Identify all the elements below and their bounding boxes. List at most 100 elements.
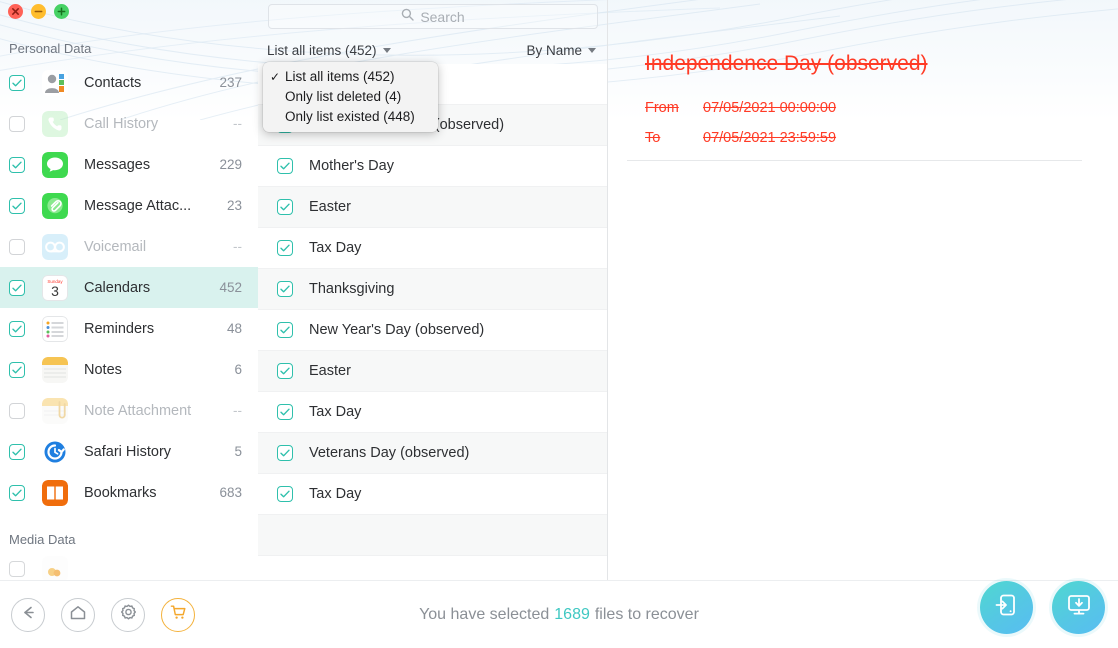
list-filter-row: List all items (452) By Name — [258, 38, 608, 63]
list-item-checkbox[interactable] — [277, 486, 293, 502]
detail-from-label: From — [645, 100, 703, 116]
chevron-down-icon — [383, 48, 391, 53]
sidebar-item-media-partial[interactable] — [9, 556, 68, 580]
sidebar-item-notes[interactable]: Notes 6 — [0, 349, 258, 390]
sidebar-label-voicemail: Voicemail — [84, 239, 233, 255]
list-item[interactable]: Tax Day — [258, 474, 607, 515]
list-item-checkbox[interactable] — [277, 240, 293, 256]
sidebar-checkbox-voicemail[interactable] — [9, 239, 25, 255]
sidebar-label-contacts: Contacts — [84, 75, 219, 91]
photos-icon — [42, 556, 68, 580]
minimize-window-button[interactable] — [31, 4, 46, 19]
detail-from-row: From 07/05/2021 00:00:00 — [645, 100, 836, 116]
sidebar-checkbox-messages[interactable] — [9, 157, 25, 173]
sidebar-label-call-history: Call History — [84, 116, 233, 132]
maximize-window-button[interactable] — [54, 4, 69, 19]
calendar-item-list: Election Day Independence Day (observed)… — [258, 64, 607, 556]
recover-to-computer-button[interactable] — [1052, 581, 1105, 634]
sidebar-item-messages[interactable]: Messages 229 — [0, 144, 258, 185]
sidebar-count-call-history: -- — [233, 116, 258, 131]
sidebar-label-calendars: Calendars — [84, 280, 219, 296]
list-item-label: Tax Day — [309, 240, 361, 256]
sidebar-checkbox-reminders[interactable] — [9, 321, 25, 337]
list-item-checkbox[interactable] — [277, 322, 293, 338]
filter-dropdown-menu: ✓ List all items (452) Only list deleted… — [263, 62, 438, 132]
list-item-label: Easter — [309, 199, 351, 215]
messages-icon — [42, 152, 68, 178]
sidebar-item-call-history[interactable]: Call History -- — [0, 103, 258, 144]
sidebar-checkbox-note-attachment[interactable] — [9, 403, 25, 419]
list-item-checkbox[interactable] — [277, 445, 293, 461]
chevron-down-icon-sort — [588, 48, 596, 53]
sidebar-item-message-attachments[interactable]: Message Attac... 23 — [0, 185, 258, 226]
list-item[interactable]: Thanksgiving — [258, 269, 607, 310]
sidebar-label-reminders: Reminders — [84, 321, 227, 337]
list-item[interactable]: Veterans Day (observed) — [258, 433, 607, 474]
list-item[interactable]: Easter — [258, 351, 607, 392]
sidebar-item-voicemail[interactable]: Voicemail -- — [0, 226, 258, 267]
recover-to-device-button[interactable] — [980, 581, 1033, 634]
close-window-button[interactable] — [8, 4, 23, 19]
sidebar-checkbox-contacts[interactable] — [9, 75, 25, 91]
sidebar-item-calendars[interactable]: Sunday 3 Calendars 452 — [0, 267, 258, 308]
list-item-checkbox[interactable] — [277, 363, 293, 379]
sort-dropdown-trigger[interactable]: By Name — [526, 43, 596, 58]
sidebar-item-contacts[interactable]: Contacts 237 — [0, 62, 258, 103]
sidebar-checkbox-notes[interactable] — [9, 362, 25, 378]
list-item-checkbox[interactable] — [277, 199, 293, 215]
filter-option-only-existed[interactable]: Only list existed (448) — [263, 107, 438, 127]
sidebar-label-safari-history: Safari History — [84, 444, 234, 460]
svg-text:3: 3 — [51, 283, 59, 299]
list-item[interactable]: Mother's Day — [258, 146, 607, 187]
sidebar-item-safari-history[interactable]: Safari History 5 — [0, 431, 258, 472]
detail-panel: Independence Day (observed) From 07/05/2… — [609, 0, 1118, 580]
list-item[interactable]: Tax Day — [258, 228, 607, 269]
sidebar-checkbox-safari-history[interactable] — [9, 444, 25, 460]
list-item-label: New Year's Day (observed) — [309, 322, 484, 338]
sidebar-item-bookmarks[interactable]: Bookmarks 683 — [0, 472, 258, 513]
filter-dropdown-trigger[interactable]: List all items (452) — [267, 43, 391, 58]
sidebar-count-contacts: 237 — [219, 75, 258, 90]
sidebar-item-list: Contacts 237 Call History -- — [0, 62, 258, 513]
list-item[interactable]: Tax Day — [258, 392, 607, 433]
filter-selected-label: List all items (452) — [267, 43, 377, 58]
note-attachment-icon — [42, 398, 68, 424]
sidebar-checkbox-message-attachments[interactable] — [9, 198, 25, 214]
list-item-checkbox[interactable] — [277, 281, 293, 297]
search-input[interactable]: Search — [268, 4, 598, 29]
list-item-label: Mother's Day — [309, 158, 394, 174]
sidebar-count-message-attachments: 23 — [227, 198, 258, 213]
filter-option-label: Only list deleted (4) — [285, 89, 401, 104]
sidebar-item-note-attachment[interactable]: Note Attachment -- — [0, 390, 258, 431]
sidebar-checkbox-media-partial[interactable] — [9, 561, 25, 577]
filter-option-label: Only list existed (448) — [285, 109, 415, 124]
sidebar-label-notes: Notes — [84, 362, 234, 378]
list-item[interactable]: Easter — [258, 187, 607, 228]
detail-from-value: 07/05/2021 00:00:00 — [703, 100, 836, 116]
sidebar-label-messages: Messages — [84, 157, 219, 173]
bottom-toolbar: You have selected 1689 files to recover — [0, 580, 1118, 648]
list-item-checkbox[interactable] — [277, 158, 293, 174]
list-item-partial[interactable] — [258, 515, 607, 556]
sidebar-checkbox-call-history[interactable] — [9, 116, 25, 132]
sidebar-checkbox-calendars[interactable] — [9, 280, 25, 296]
sidebar-count-messages: 229 — [219, 157, 258, 172]
filter-option-list-all[interactable]: ✓ List all items (452) — [263, 67, 438, 87]
sidebar-checkbox-bookmarks[interactable] — [9, 485, 25, 501]
notes-icon — [42, 357, 68, 383]
detail-to-label: To — [645, 130, 703, 146]
sidebar-label-note-attachment: Note Attachment — [84, 403, 233, 419]
sort-label: By Name — [526, 43, 582, 58]
list-item-label: Thanksgiving — [309, 281, 394, 297]
list-item[interactable]: New Year's Day (observed) — [258, 310, 607, 351]
sidebar-count-safari-history: 5 — [234, 444, 258, 459]
list-item-checkbox[interactable] — [277, 404, 293, 420]
sidebar-count-notes: 6 — [234, 362, 258, 377]
list-item-label: Easter — [309, 363, 351, 379]
sidebar-item-reminders[interactable]: Reminders 48 — [0, 308, 258, 349]
check-icon: ✓ — [270, 67, 280, 87]
sidebar-label-message-attachments: Message Attac... — [84, 198, 227, 214]
search-placeholder: Search — [420, 9, 464, 25]
filter-option-only-deleted[interactable]: Only list deleted (4) — [263, 87, 438, 107]
status-text: You have selected 1689 files to recover — [0, 581, 1118, 648]
